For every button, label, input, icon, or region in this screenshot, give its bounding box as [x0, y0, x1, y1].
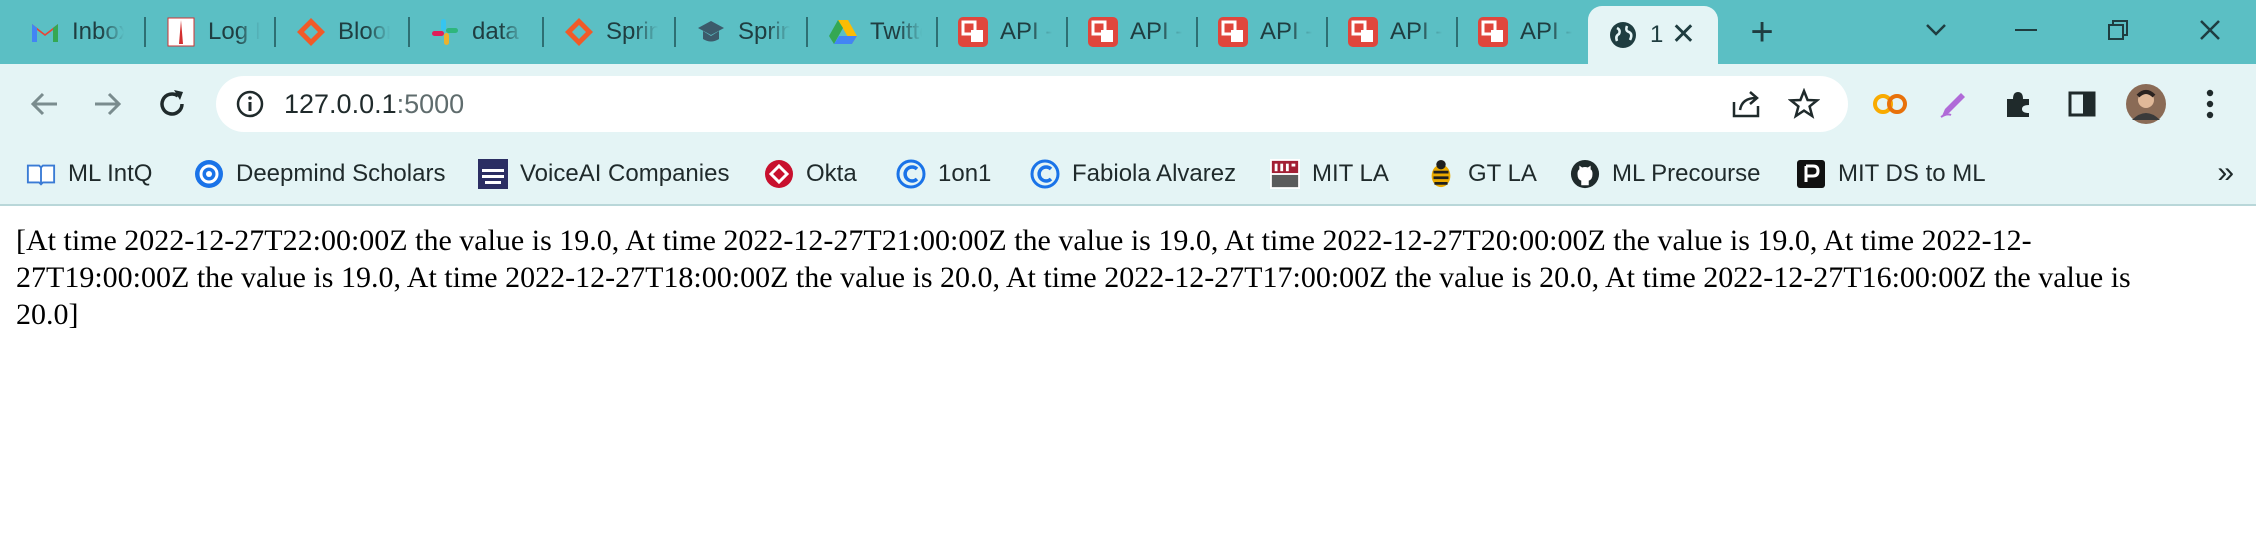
bookmark-label: ML IntQ	[68, 160, 153, 187]
tab-inbox[interactable]: Inbox	[10, 0, 146, 64]
grad-cap-icon	[696, 17, 726, 47]
bookmark-label: Okta	[806, 160, 857, 187]
page-content-text: [At time 2022-12-27T22:00:00Z the value …	[16, 224, 2131, 331]
close-tab-icon[interactable]: ✕	[1671, 20, 1696, 50]
side-panel-icon[interactable]	[2062, 84, 2102, 124]
tab-api-3[interactable]: API -	[1198, 0, 1328, 64]
tab-search-icon[interactable]	[1906, 0, 1966, 60]
api-icon	[1218, 17, 1248, 47]
tab-spring-1[interactable]: Spring	[544, 0, 676, 64]
bookmark-label: GT LA	[1468, 160, 1537, 187]
bookmark-star-icon[interactable]	[1787, 87, 1821, 120]
bookmark-fabiola-alvarez[interactable]: Fabiola Alvarez	[1030, 154, 1236, 194]
tab-label: Spring	[606, 18, 658, 45]
pen-extension-icon[interactable]	[1934, 84, 1974, 124]
bookmark-label: ML Precourse	[1612, 160, 1761, 187]
p-icon	[1796, 159, 1826, 189]
bookmark-deepmind-scholars[interactable]: Deepmind Scholars	[194, 154, 445, 194]
bookmark-label: MIT DS to ML	[1838, 160, 1986, 187]
tab-log-in[interactable]: Log In	[146, 0, 276, 64]
url-host: 127.0.0.1	[284, 89, 397, 119]
slack-icon	[430, 17, 460, 47]
tab-label: API -	[1390, 18, 1442, 45]
minimize-button[interactable]	[1996, 0, 2056, 60]
bookmark-label: 1on1	[938, 160, 992, 187]
url-port: :5000	[396, 89, 465, 119]
tab-api-1[interactable]: API -	[938, 0, 1068, 64]
tab-label: 1	[1650, 21, 1664, 48]
close-window-button[interactable]	[2180, 0, 2240, 60]
url-text: 127.0.0.1:5000	[284, 89, 464, 120]
tab-label: API -	[1520, 18, 1572, 45]
tab-data[interactable]: data	[410, 0, 544, 64]
bloom-icon	[296, 17, 326, 47]
tab-label: API -	[1130, 18, 1182, 45]
api-icon	[1348, 17, 1378, 47]
tab-label: API -	[1260, 18, 1312, 45]
tab-spring-2[interactable]: Spring	[676, 0, 808, 64]
share-icon[interactable]	[1730, 88, 1762, 120]
tab-label: Spring	[738, 18, 790, 45]
toolbar: 127.0.0.1:5000	[0, 64, 2256, 144]
tab-api-2[interactable]: API -	[1068, 0, 1198, 64]
bookmark-label: VoiceAI Companies	[520, 160, 730, 187]
bookmark-label: MIT LA	[1312, 160, 1389, 187]
reload-button[interactable]	[152, 84, 192, 124]
bookmark-gt-la[interactable]: GT LA	[1426, 154, 1537, 194]
mit-icon	[1270, 159, 1300, 189]
voice-icon	[478, 159, 508, 189]
extensions-puzzle-icon[interactable]	[1998, 84, 2038, 124]
gmail-icon	[30, 17, 60, 47]
bookmark-voiceai-companies[interactable]: VoiceAI Companies	[478, 154, 729, 194]
tab-label: data	[472, 18, 519, 45]
bookmark-okta[interactable]: Okta	[764, 154, 857, 194]
api-icon	[1478, 17, 1508, 47]
github-icon	[1570, 159, 1600, 189]
bookmark-label: Fabiola Alvarez	[1072, 160, 1237, 187]
bookmark-ml-precourse[interactable]: ML Precourse	[1570, 154, 1761, 194]
tab-active[interactable]: 1 ✕	[1588, 6, 1718, 64]
restore-button[interactable]	[2088, 0, 2148, 60]
tab-label: Twitter	[870, 18, 922, 45]
api-icon	[1088, 17, 1118, 47]
tab-bloomberg[interactable]: Bloomberg	[276, 0, 410, 64]
colab-extension-icon[interactable]	[1870, 84, 1910, 124]
tab-label: Bloomberg	[338, 18, 390, 45]
more-bookmarks-icon[interactable]: »	[2217, 158, 2234, 188]
forward-button[interactable]	[88, 84, 128, 124]
tab-api-4[interactable]: API -	[1328, 0, 1458, 64]
deepmind-icon	[194, 159, 224, 189]
bookmark-1on1[interactable]: 1on1	[896, 154, 991, 194]
book-icon	[26, 159, 56, 189]
tab-label: API -	[1000, 18, 1052, 45]
menu-kebab-icon[interactable]	[2190, 84, 2230, 124]
tab-label: Log In	[208, 18, 260, 45]
c-icon	[896, 159, 926, 189]
c-icon	[1030, 159, 1060, 189]
api-icon	[958, 17, 988, 47]
bookmark-label: Deepmind Scholars	[236, 160, 446, 187]
log-icon	[166, 17, 196, 47]
bookmarks-bar: ML IntQ Deepmind Scholars VoiceAI Compan…	[0, 144, 2256, 206]
new-tab-button[interactable]: +	[1742, 12, 1782, 52]
tab-label: Inbox	[72, 18, 124, 45]
gt-icon	[1426, 159, 1456, 189]
bookmark-ml-intq[interactable]: ML IntQ	[26, 154, 152, 194]
okta-icon	[764, 159, 794, 189]
bookmark-mit-la[interactable]: MIT LA	[1270, 154, 1389, 194]
google-drive-icon	[828, 17, 858, 47]
spring-icon	[564, 17, 594, 47]
back-button[interactable]	[24, 84, 64, 124]
tab-api-5[interactable]: API -	[1458, 0, 1588, 64]
profile-avatar[interactable]	[2126, 84, 2166, 124]
tab-strip: Inbox Log In Bloomberg data Spring	[0, 0, 2256, 64]
bookmark-mit-ds-to-ml[interactable]: MIT DS to ML	[1796, 154, 1986, 194]
address-bar[interactable]: 127.0.0.1:5000	[216, 76, 1848, 132]
globe-icon	[1608, 20, 1638, 50]
tab-twitter[interactable]: Twitter	[808, 0, 938, 64]
info-icon[interactable]	[236, 90, 264, 118]
